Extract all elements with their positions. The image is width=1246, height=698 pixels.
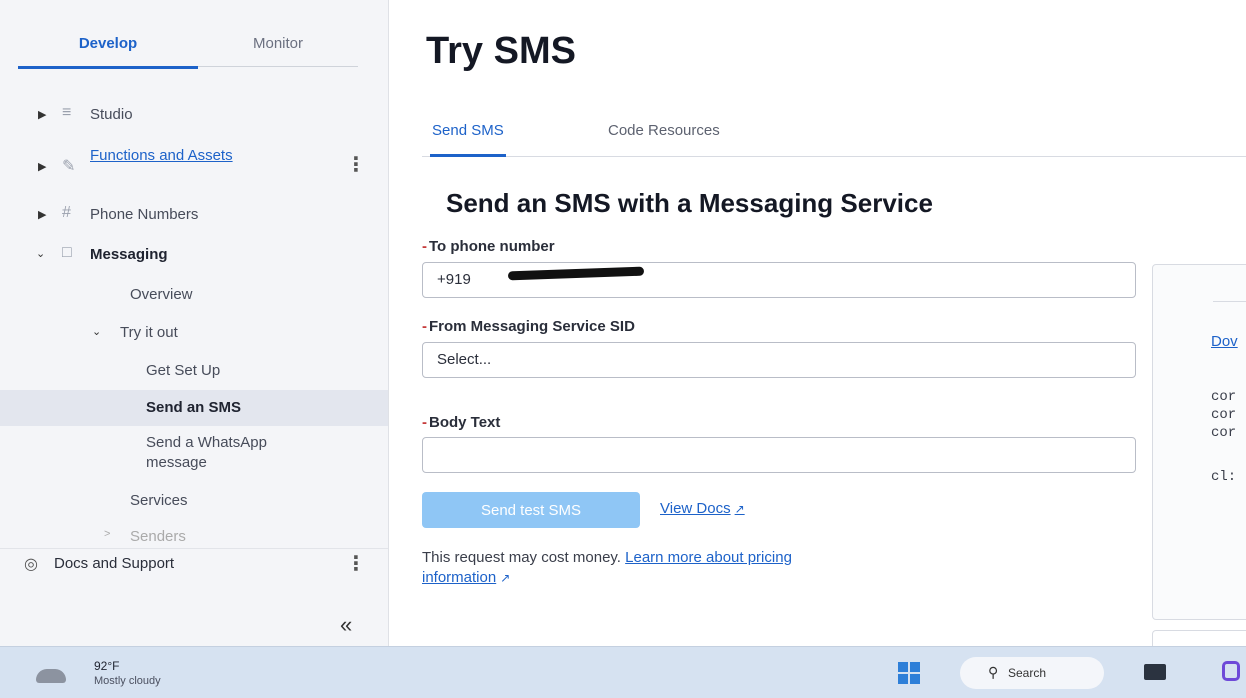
sidebar-item-label: Get Set Up	[146, 362, 221, 379]
sidebar-item-label-line2: message	[146, 454, 207, 471]
external-link-icon: ↗	[734, 502, 745, 516]
page-title: Try SMS	[426, 30, 576, 72]
body-text-label: - Body Text	[422, 414, 500, 431]
taskbar-search-label: Search	[1008, 666, 1047, 680]
main-tabs: Send SMS Code Resources	[422, 112, 1246, 157]
hash-icon: #	[62, 204, 71, 221]
from-sid-select[interactable]: Select...	[422, 342, 1136, 378]
code-line: cor	[1211, 389, 1237, 405]
sidebar-item-functions[interactable]: ▶ ✎ Functions and Assets ⋮	[0, 144, 388, 188]
sidebar-item-label[interactable]: Functions and Assets	[90, 146, 250, 166]
sidebar-item-label: Phone Numbers	[90, 206, 199, 223]
from-sid-value: Select...	[437, 351, 492, 368]
chevron-right-icon: ▶	[38, 209, 47, 221]
sidebar: Develop Monitor ▶ ≡ Studio ▶ ✎ Functions…	[0, 0, 389, 646]
pricing-link[interactable]: Learn more about pricing	[625, 549, 792, 566]
sidebar-item-label: Senders	[130, 528, 186, 542]
weather-condition[interactable]: Mostly cloudy	[94, 675, 161, 687]
studio-icon: ≡	[62, 104, 72, 121]
task-view-icon[interactable]	[1144, 664, 1166, 680]
from-sid-label: - From Messaging Service SID	[422, 318, 635, 335]
sidebar-item-label-line1: Send a WhatsApp	[146, 434, 267, 451]
collapse-sidebar-button[interactable]: «	[340, 612, 352, 638]
code-line: cor	[1211, 425, 1237, 441]
chevron-right-icon: ▶	[38, 109, 47, 121]
sidebar-item-services[interactable]: Services	[0, 486, 388, 516]
sidebar-item-get-set-up[interactable]: Get Set Up	[0, 356, 388, 386]
search-icon: ⚲	[988, 664, 999, 680]
code-line: cl:	[1211, 469, 1237, 485]
tab-develop[interactable]: Develop	[18, 30, 198, 69]
sidebar-item-send-sms[interactable]: Send an SMS	[0, 390, 388, 426]
chevron-down-icon: ⌄	[36, 248, 46, 260]
sidebar-item-label: Overview	[130, 286, 193, 303]
from-sid-label-text: From Messaging Service SID	[429, 318, 635, 335]
chat-icon: □	[62, 244, 72, 261]
cloud-icon[interactable]	[36, 669, 66, 683]
taskbar-search[interactable]: ⚲ Search	[960, 657, 1104, 689]
sidebar-item-studio[interactable]: ▶ ≡ Studio	[0, 100, 388, 130]
sidebar-item-label: Studio	[90, 106, 133, 123]
sidebar-item-send-whatsapp[interactable]: Send a WhatsApp message	[0, 432, 388, 478]
taskbar: 92°F Mostly cloudy ⚲ Search	[0, 646, 1246, 698]
divider	[1213, 301, 1246, 302]
windows-start-icon[interactable]	[898, 662, 920, 684]
tab-send-sms[interactable]: Send SMS	[430, 122, 506, 157]
tab-code-resources[interactable]: Code Resources	[608, 122, 720, 154]
to-phone-label: - To phone number	[422, 238, 555, 255]
to-phone-label-text: To phone number	[429, 238, 555, 255]
functions-icon: ✎	[62, 158, 76, 175]
section-title: Send an SMS with a Messaging Service	[446, 188, 933, 218]
sidebar-tabs: Develop Monitor	[18, 30, 358, 69]
sidebar-item-overview[interactable]: Overview	[0, 280, 388, 310]
sidebar-item-label: Docs and Support	[54, 555, 175, 572]
pricing-link-cont[interactable]: information	[422, 569, 496, 586]
body-text-input[interactable]	[422, 437, 1136, 473]
required-marker: -	[422, 414, 427, 431]
weather-temperature[interactable]: 92°F	[94, 659, 119, 673]
help-icon: ◎	[24, 556, 38, 573]
view-docs-label: View Docs	[660, 500, 731, 517]
more-options-icon[interactable]: ⋮	[346, 551, 366, 576]
app-icon[interactable]	[1222, 661, 1240, 681]
sidebar-item-try-it-out[interactable]: ⌄ Try it out	[0, 318, 388, 348]
chevron-right-icon: >	[104, 528, 111, 540]
to-phone-input[interactable]: +919	[422, 262, 1136, 298]
to-phone-value: +919	[437, 271, 471, 288]
required-marker: -	[422, 238, 427, 255]
sidebar-item-messaging[interactable]: ⌄ □ Messaging	[0, 240, 388, 270]
sidebar-item-senders[interactable]: > Senders	[0, 528, 388, 542]
sidebar-item-phone-numbers[interactable]: ▶ # Phone Numbers	[0, 200, 388, 230]
sidebar-item-docs-support[interactable]: ◎ Docs and Support ⋮	[0, 548, 388, 579]
sidebar-item-label: Try it out	[120, 324, 178, 341]
more-options-icon[interactable]: ⋮	[346, 152, 366, 177]
chevron-right-icon: ▶	[38, 161, 47, 173]
send-test-sms-button[interactable]: Send test SMS	[422, 492, 640, 528]
view-docs-link[interactable]: View Docs ↗	[660, 500, 745, 517]
sidebar-item-label: Services	[130, 492, 188, 509]
body-text-label-text: Body Text	[429, 414, 501, 431]
cost-text: This request may cost money.	[422, 549, 621, 566]
code-line: cor	[1211, 407, 1237, 423]
sidebar-item-label: Messaging	[90, 246, 168, 263]
code-panel: Dov cor cor cor cl:	[1152, 264, 1246, 620]
required-marker: -	[422, 318, 427, 335]
external-link-icon: ↗	[500, 571, 511, 585]
tab-monitor[interactable]: Monitor	[198, 30, 358, 67]
sidebar-item-label: Send an SMS	[146, 399, 242, 416]
code-panel-link[interactable]: Dov	[1211, 333, 1238, 350]
cost-notice: This request may cost money. Learn more …	[422, 548, 1062, 588]
chevron-down-icon: ⌄	[92, 326, 102, 338]
